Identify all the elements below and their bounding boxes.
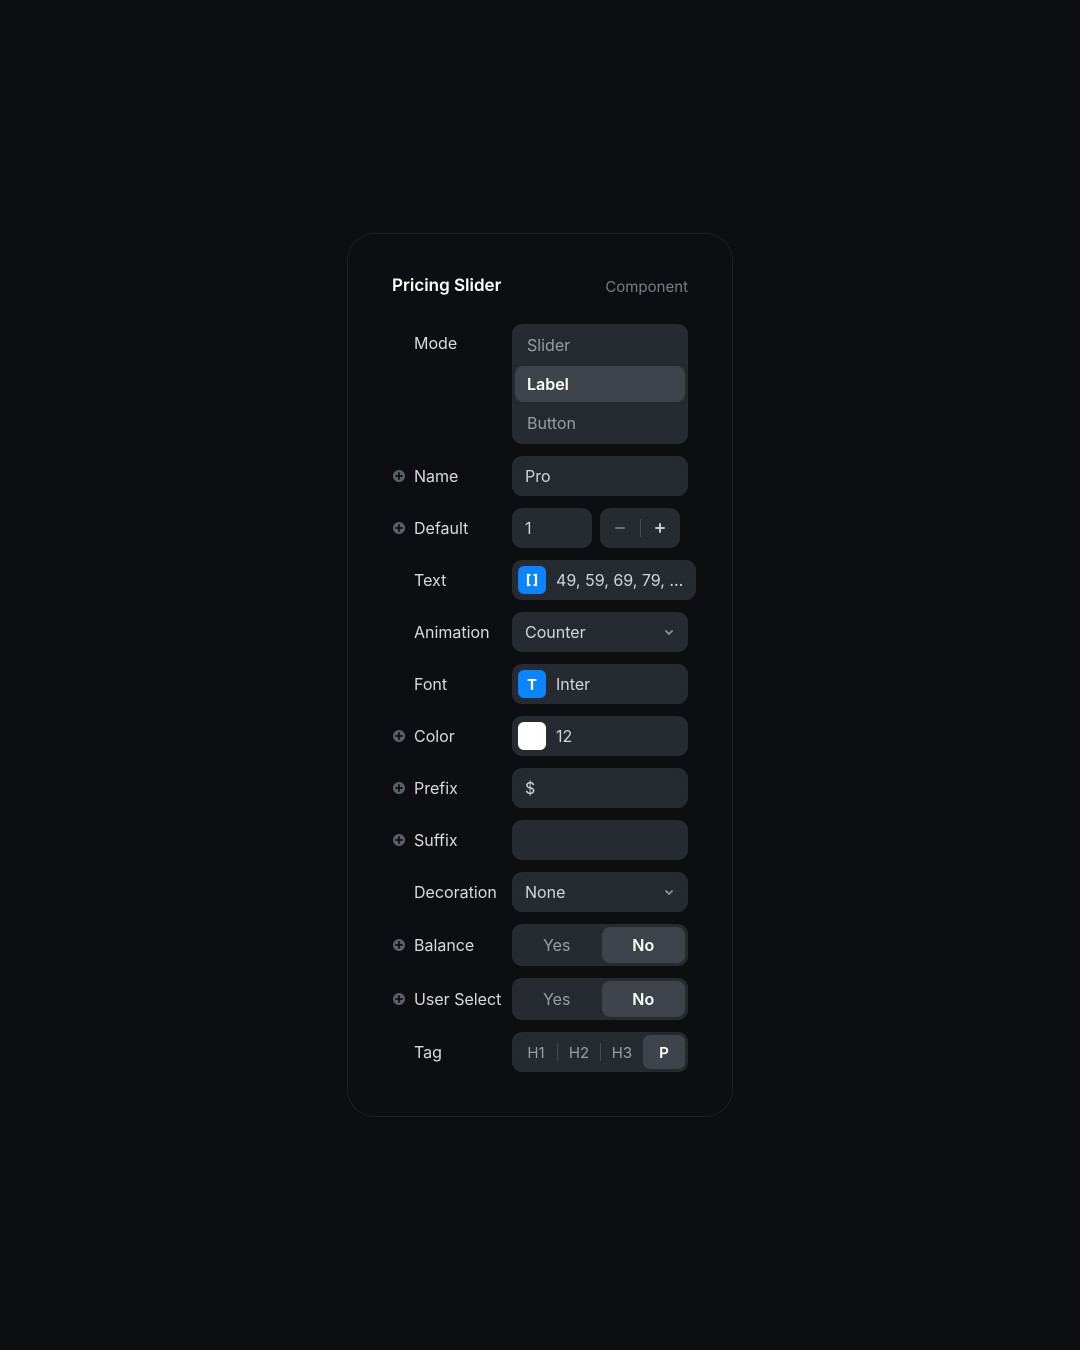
prefix-input[interactable]: $ [512,768,688,808]
balance-yes[interactable]: Yes [515,927,599,963]
tag-segmented: H1 H2 H3 P [512,1032,688,1072]
color-swatch [518,722,546,750]
mode-option-slider[interactable]: Slider [515,327,685,363]
row-decoration: Decoration None [392,872,688,912]
label-decoration: Decoration [392,882,502,902]
row-color: Color 12 [392,716,688,756]
color-input[interactable]: 12 [512,716,688,756]
label-color: Color [392,726,502,746]
label-text: Text [392,570,502,590]
add-icon[interactable] [392,521,406,535]
row-tag: Tag H1 H2 H3 P [392,1032,688,1072]
label-mode: Mode [392,324,502,353]
balance-no[interactable]: No [602,927,686,963]
mode-segmented: Slider Label Button [512,324,688,444]
balance-segmented: Yes No [512,924,688,966]
panel-header: Pricing Slider Component [392,276,688,296]
default-stepper [600,508,680,548]
bracket-icon [518,566,546,594]
row-mode: Mode Slider Label Button [392,324,688,444]
add-icon[interactable] [392,729,406,743]
row-prefix: Prefix $ [392,768,688,808]
animation-select[interactable]: Counter [512,612,688,652]
label-tag: Tag [392,1042,502,1062]
add-icon[interactable] [392,833,406,847]
label-user-select: User Select [392,989,502,1009]
add-icon[interactable] [392,469,406,483]
mode-option-label[interactable]: Label [515,366,685,402]
row-name: Name Pro [392,456,688,496]
row-text: Text 49, 59, 69, 79, ... [392,560,688,600]
label-prefix: Prefix [392,778,502,798]
tag-p[interactable]: P [643,1035,685,1069]
name-input[interactable]: Pro [512,456,688,496]
user-select-yes[interactable]: Yes [515,981,599,1017]
mode-option-button[interactable]: Button [515,405,685,441]
stepper-minus[interactable] [600,522,640,534]
label-animation: Animation [392,622,502,642]
label-font: Font [392,674,502,694]
user-select-no[interactable]: No [602,981,686,1017]
panel-type: Component [605,277,688,296]
tag-h2[interactable]: H2 [558,1035,600,1069]
tag-h3[interactable]: H3 [601,1035,643,1069]
chevron-down-icon [663,882,675,902]
row-suffix: Suffix [392,820,688,860]
add-icon[interactable] [392,781,406,795]
label-default: Default [392,518,502,538]
default-input[interactable]: 1 [512,508,592,548]
panel-title: Pricing Slider [392,276,501,296]
row-font: Font T Inter [392,664,688,704]
row-user-select: User Select Yes No [392,978,688,1020]
properties-panel: Pricing Slider Component Mode Slider Lab… [347,233,733,1117]
row-animation: Animation Counter [392,612,688,652]
type-icon: T [518,670,546,698]
user-select-segmented: Yes No [512,978,688,1020]
add-icon[interactable] [392,938,406,952]
label-balance: Balance [392,935,502,955]
add-icon[interactable] [392,992,406,1006]
label-suffix: Suffix [392,830,502,850]
decoration-select[interactable]: None [512,872,688,912]
tag-h1[interactable]: H1 [515,1035,557,1069]
stepper-plus[interactable] [641,522,681,534]
label-name: Name [392,466,502,486]
row-balance: Balance Yes No [392,924,688,966]
row-default: Default 1 [392,508,688,548]
text-input[interactable]: 49, 59, 69, 79, ... [512,560,696,600]
font-input[interactable]: T Inter [512,664,688,704]
suffix-input[interactable] [512,820,688,860]
chevron-down-icon [663,622,675,642]
